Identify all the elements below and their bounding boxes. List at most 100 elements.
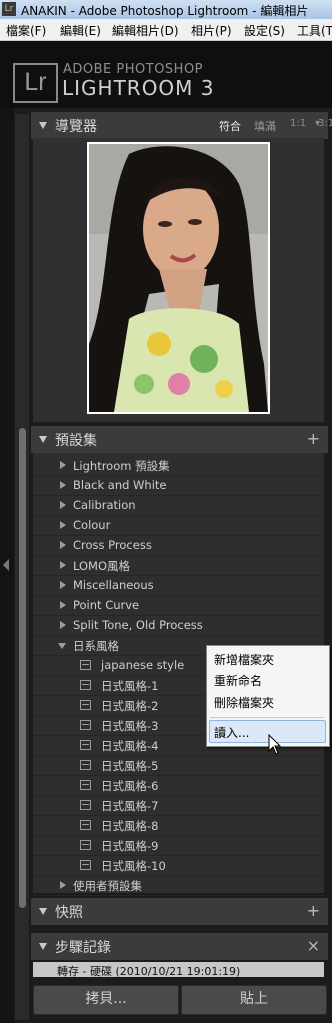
- zoom-options-chevron-down-icon[interactable]: ▾: [315, 118, 320, 129]
- collapse-left-panel-arrow-icon[interactable]: [3, 559, 9, 571]
- context-menu: 新增檔案夾 重新命名 刪除檔案夾 讀入...: [206, 645, 330, 747]
- preset-folder[interactable]: Split Tone, Old Process: [33, 615, 324, 636]
- preset-label: 日式風格-9: [101, 839, 159, 853]
- preset-label: 日式風格-2: [101, 699, 159, 713]
- zoom-fit[interactable]: 符合: [219, 118, 241, 134]
- preset-item[interactable]: 日式風格-6: [33, 775, 324, 796]
- app-icon: Lr: [2, 2, 16, 16]
- menu-item-rename[interactable]: 重新命名: [214, 672, 322, 692]
- preset-folder[interactable]: LOMO風格: [33, 555, 324, 576]
- folder-label: Calibration: [73, 498, 136, 512]
- zoom-1-1[interactable]: 1:1: [290, 118, 306, 129]
- expand-arrow-icon[interactable]: [60, 621, 66, 629]
- menu-settings[interactable]: 設定(S): [244, 22, 285, 39]
- expand-arrow-icon[interactable]: [60, 601, 66, 609]
- preset-folder[interactable]: Colour: [33, 515, 324, 536]
- preset-folder[interactable]: Calibration: [33, 495, 324, 516]
- folder-label: Black and White: [73, 478, 167, 492]
- folder-label: 使用者預設集: [73, 879, 142, 893]
- preset-icon: [80, 800, 91, 810]
- folder-label: Point Curve: [73, 598, 140, 612]
- navigator-header[interactable]: 導覽器: [31, 112, 328, 139]
- presets-title: 預設集: [55, 433, 97, 449]
- add-preset-plus-icon[interactable]: +: [307, 429, 320, 448]
- preset-item[interactable]: 日式風格-7: [33, 795, 324, 816]
- preset-icon: [80, 760, 91, 770]
- folder-label: Lightroom 預設集: [73, 459, 170, 473]
- expand-arrow-icon[interactable]: [60, 561, 66, 569]
- expand-arrow-icon[interactable]: [60, 581, 66, 589]
- preset-label: 日式風格-7: [101, 799, 159, 813]
- preset-icon: [80, 720, 91, 730]
- preset-item[interactable]: 日式風格-10: [33, 855, 324, 876]
- preset-folder[interactable]: Lightroom 預設集: [33, 455, 324, 476]
- navigator-title: 導覽器: [55, 119, 97, 135]
- expand-arrow-icon[interactable]: [60, 521, 66, 529]
- preset-label: 日式風格-10: [101, 859, 166, 873]
- preset-icon: [80, 680, 91, 690]
- portrait-image: [89, 144, 268, 412]
- preset-label: japanese style: [101, 658, 185, 672]
- copy-button[interactable]: 拷貝...: [33, 985, 179, 1015]
- preset-item[interactable]: 日式風格-9: [33, 835, 324, 856]
- history-entry-label: 轉存 - 硬碟 (2010/10/21 19:01:19): [57, 965, 241, 978]
- preset-icon: [80, 840, 91, 850]
- preset-folder[interactable]: 使用者預設集: [33, 875, 324, 896]
- preset-icon: [80, 700, 91, 710]
- menu-separator: [210, 717, 324, 718]
- menu-develop[interactable]: 編輯相片(D): [112, 22, 179, 39]
- folder-label: Split Tone, Old Process: [73, 618, 203, 632]
- preset-icon: [80, 740, 91, 750]
- expand-arrow-icon[interactable]: [60, 881, 66, 889]
- expand-arrow-icon[interactable]: [60, 461, 66, 469]
- menu-file[interactable]: 檔案(F): [6, 22, 46, 39]
- paste-button[interactable]: 貼上: [181, 985, 327, 1015]
- folder-label: Miscellaneous: [73, 578, 154, 592]
- panel-scrollbar-thumb[interactable]: [19, 428, 26, 908]
- folder-label: Colour: [73, 518, 111, 532]
- collapse-triangle-icon[interactable]: [39, 122, 47, 129]
- preset-label: 日式風格-3: [101, 719, 159, 733]
- menu-edit[interactable]: 編輯(E): [60, 22, 101, 39]
- menu-bar: 檔案(F) 編輯(E) 編輯相片(D) 相片(P) 設定(S) 工具(T: [0, 19, 332, 41]
- menu-item-delete-folder[interactable]: 刪除檔案夾: [214, 694, 322, 714]
- menu-item-new-folder[interactable]: 新增檔案夾: [214, 651, 322, 671]
- menu-tools[interactable]: 工具(T: [297, 22, 332, 39]
- snapshots-header[interactable]: 快照 +: [31, 898, 328, 925]
- add-snapshot-plus-icon[interactable]: +: [307, 901, 320, 920]
- brand-line-1: ADOBE PHOTOSHOP: [63, 62, 204, 77]
- window-title: ANAKIN - Adobe Photoshop Lightroom - 編輯相…: [21, 4, 309, 18]
- zoom-fill[interactable]: 填滿: [254, 118, 276, 134]
- preset-folder[interactable]: Point Curve: [33, 595, 324, 616]
- preset-label: 日式風格-8: [101, 819, 159, 833]
- mouse-cursor-icon: [268, 734, 282, 755]
- folder-label: 日系風格: [73, 639, 119, 653]
- preset-folder[interactable]: Cross Process: [33, 535, 324, 556]
- preset-folder[interactable]: Black and White: [33, 475, 324, 496]
- preset-item[interactable]: 日式風格-5: [33, 755, 324, 776]
- zoom-3-1[interactable]: 3:1: [318, 118, 332, 129]
- preset-label: 日式風格-4: [101, 739, 159, 753]
- lightroom-logo: Lr: [13, 63, 58, 103]
- expand-arrow-icon[interactable]: [60, 501, 66, 509]
- menu-photo[interactable]: 相片(P): [191, 22, 232, 39]
- history-title: 步驟記錄: [55, 940, 111, 956]
- preset-folder[interactable]: Miscellaneous: [33, 575, 324, 596]
- collapse-triangle-icon[interactable]: [39, 908, 47, 915]
- preset-icon: [80, 780, 91, 790]
- collapse-arrow-icon[interactable]: [58, 643, 66, 649]
- collapse-triangle-icon[interactable]: [39, 943, 47, 950]
- preset-icon: [80, 820, 91, 830]
- expand-arrow-icon[interactable]: [60, 541, 66, 549]
- preset-label: 日式風格-5: [101, 759, 159, 773]
- photo-thumbnail[interactable]: [87, 142, 270, 414]
- presets-header[interactable]: 預設集 +: [31, 426, 328, 453]
- clear-history-close-icon[interactable]: ×: [307, 936, 320, 955]
- window-title-bar: Lr ANAKIN - Adobe Photoshop Lightroom - …: [0, 0, 332, 19]
- history-entry[interactable]: 轉存 - 硬碟 (2010/10/21 19:01:19): [33, 962, 324, 978]
- history-header[interactable]: 步驟記錄 ×: [31, 933, 328, 960]
- preset-item[interactable]: 日式風格-8: [33, 815, 324, 836]
- collapse-triangle-icon[interactable]: [39, 436, 47, 443]
- preset-label: 日式風格-6: [101, 779, 159, 793]
- expand-arrow-icon[interactable]: [60, 481, 66, 489]
